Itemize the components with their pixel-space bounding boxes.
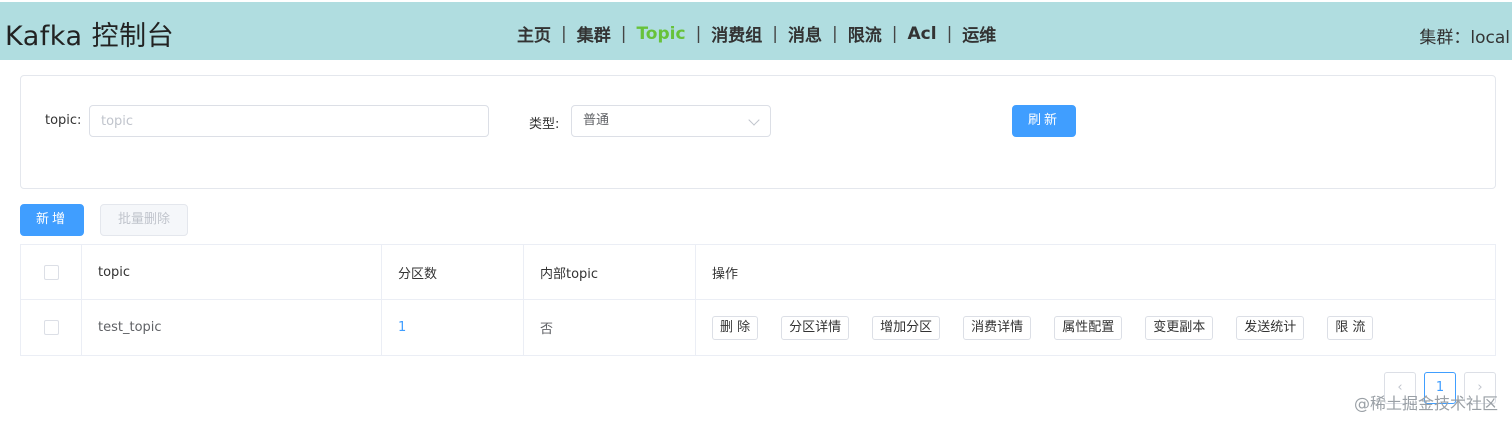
internal-cell: 否	[524, 300, 696, 355]
column-header-partitions: 分区数	[382, 245, 524, 299]
nav-throttle[interactable]: 限流	[848, 21, 882, 46]
nav-acl[interactable]: Acl	[908, 24, 937, 44]
nav-separator: |	[946, 23, 953, 44]
table-row: test_topic 1 否 删 除 分区详情 增加分区 消费详情 属性配置 变…	[21, 299, 1495, 355]
consumer-details-button[interactable]: 消费详情	[963, 315, 1032, 340]
throttle-button[interactable]: 限 流	[1327, 315, 1374, 340]
current-cluster: 集群：local	[1419, 28, 1510, 48]
main-nav: 主页 | 集群 | Topic | 消费组 | 消息 | 限流 | Acl | …	[517, 21, 996, 47]
row-checkbox[interactable]	[43, 320, 59, 335]
nav-home[interactable]: 主页	[517, 21, 551, 46]
operations-cell: 删 除 分区详情 增加分区 消费详情 属性配置 变更副本 发送统计 限 流	[696, 300, 1495, 355]
batch-delete-button[interactable]: 批量删除	[100, 204, 188, 236]
add-partition-button[interactable]: 增加分区	[872, 315, 941, 340]
watermark: @稀土掘金技术社区	[1353, 394, 1498, 413]
partition-details-button[interactable]: 分区详情	[781, 315, 850, 340]
delete-button[interactable]: 删 除	[712, 315, 759, 340]
nav-separator: |	[561, 23, 567, 44]
nav-cluster[interactable]: 集群	[577, 21, 611, 46]
topic-name-cell: test_topic	[82, 300, 382, 355]
nav-topic[interactable]: Topic	[636, 24, 685, 44]
type-select[interactable]: 普通	[571, 105, 771, 137]
column-header-operations: 操作	[712, 266, 739, 282]
column-header-internal: 内部topic	[524, 245, 696, 299]
property-config-button[interactable]: 属性配置	[1054, 315, 1123, 340]
nav-separator: |	[772, 23, 779, 44]
topic-table: topic 分区数 内部topic 操作 test_topic 1 否 删 除 …	[20, 244, 1496, 356]
add-topic-button[interactable]: 新增	[20, 204, 84, 236]
nav-separator: |	[891, 23, 898, 44]
app-title: Kafka 控制台	[5, 21, 175, 52]
type-filter-label: 类型:	[529, 117, 560, 132]
refresh-button[interactable]: 刷新	[1012, 105, 1076, 137]
nav-ops[interactable]: 运维	[962, 21, 996, 46]
nav-separator: |	[620, 23, 627, 44]
partitions-link[interactable]: 1	[398, 320, 406, 335]
nav-message[interactable]: 消息	[788, 21, 822, 46]
select-all-cell	[21, 245, 82, 299]
filter-panel: topic: 类型: 普通 刷新	[20, 75, 1496, 189]
select-all-checkbox[interactable]	[43, 264, 59, 280]
change-replica-button[interactable]: 变更副本	[1145, 315, 1214, 340]
nav-separator: |	[832, 23, 838, 44]
column-header-topic: topic	[82, 245, 382, 299]
row-select-cell	[21, 300, 82, 355]
chevron-down-icon	[748, 114, 760, 126]
topic-search-input[interactable]	[89, 105, 489, 137]
send-stats-button[interactable]: 发送统计	[1236, 315, 1305, 340]
nav-consumer-group[interactable]: 消费组	[711, 21, 762, 46]
type-select-value: 普通	[583, 113, 610, 128]
table-header-row: topic 分区数 内部topic 操作	[21, 245, 1495, 299]
nav-separator: |	[695, 23, 702, 44]
top-header: Kafka 控制台 主页 | 集群 | Topic | 消费组 | 消息 | 限…	[0, 2, 1512, 60]
partitions-cell: 1	[382, 300, 524, 355]
topic-filter-label: topic:	[45, 113, 82, 128]
